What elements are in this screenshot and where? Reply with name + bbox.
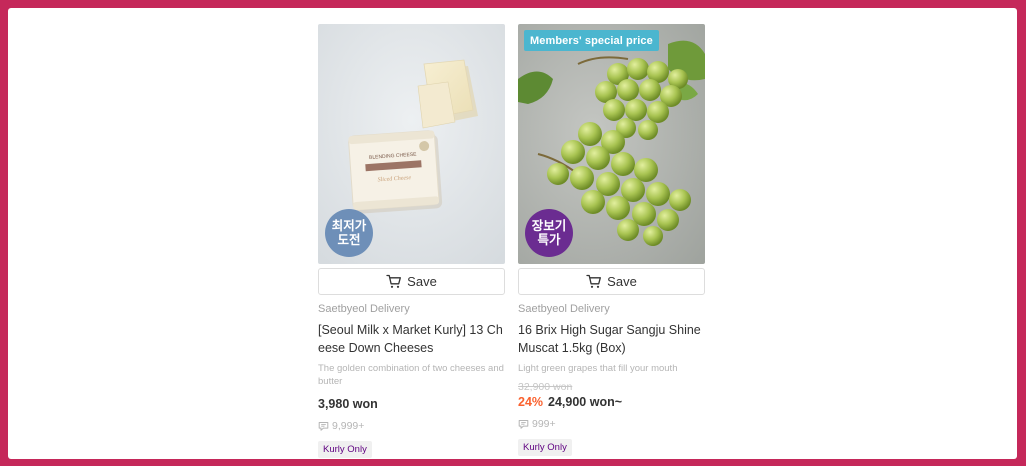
price-row: 3,980 won bbox=[318, 397, 505, 412]
speech-bubble-icon bbox=[318, 421, 329, 431]
members-special-price-tag: Members' special price bbox=[524, 30, 659, 51]
kurly-only-badge: Kurly Only bbox=[518, 439, 572, 456]
sticker-line2: 특가 bbox=[537, 233, 561, 247]
product-description: The golden combination of two cheeses an… bbox=[318, 363, 504, 387]
kurly-only-badge: Kurly Only bbox=[318, 441, 372, 458]
review-count-value: 999+ bbox=[532, 418, 556, 430]
product-price: 3,980 won bbox=[318, 397, 378, 411]
product-thumbnail[interactable]: BLENDING CHEESE Sliced Cheese 최저가 도전 bbox=[318, 24, 505, 264]
speech-bubble-icon bbox=[518, 419, 529, 429]
product-list-panel: BLENDING CHEESE Sliced Cheese 최저가 도전 Sav… bbox=[8, 8, 1017, 459]
save-button[interactable]: Save bbox=[318, 268, 505, 295]
sticker-line2: 도전 bbox=[337, 233, 361, 247]
product-brand: Saetbyeol Delivery bbox=[518, 303, 610, 315]
product-thumbnail[interactable]: Members' special price 장보기 특가 bbox=[518, 24, 705, 264]
product-title[interactable]: 16 Brix High Sugar Sangju Shine Muscat 1… bbox=[518, 321, 705, 357]
price-row: 24% 24,900 won~ bbox=[518, 395, 705, 410]
save-button-label: Save bbox=[407, 274, 437, 289]
product-card[interactable]: Members' special price 장보기 특가 Save Saetb… bbox=[518, 24, 705, 456]
product-card[interactable]: BLENDING CHEESE Sliced Cheese 최저가 도전 Sav… bbox=[318, 24, 505, 458]
review-count: 999+ bbox=[518, 418, 705, 430]
promo-sticker: 최저가 도전 bbox=[325, 209, 373, 257]
sticker-line1: 장보기 bbox=[531, 219, 567, 233]
sticker-line1: 최저가 bbox=[331, 219, 367, 233]
save-button[interactable]: Save bbox=[518, 268, 705, 295]
product-description: Light green grapes that fill your mouth bbox=[518, 363, 678, 374]
product-price: 24,900 won~ bbox=[548, 395, 623, 409]
discount-rate: 24% bbox=[518, 395, 544, 409]
product-title[interactable]: [Seoul Milk x Market Kurly] 13 Cheese Do… bbox=[318, 321, 505, 357]
review-count-value: 9,999+ bbox=[332, 420, 365, 432]
original-price: 32,900 won bbox=[518, 381, 573, 393]
review-count: 9,999+ bbox=[318, 420, 505, 432]
product-brand: Saetbyeol Delivery bbox=[318, 303, 410, 315]
cart-icon bbox=[586, 274, 602, 288]
cart-icon bbox=[386, 274, 402, 288]
save-button-label: Save bbox=[607, 274, 637, 289]
promo-sticker: 장보기 특가 bbox=[525, 209, 573, 257]
